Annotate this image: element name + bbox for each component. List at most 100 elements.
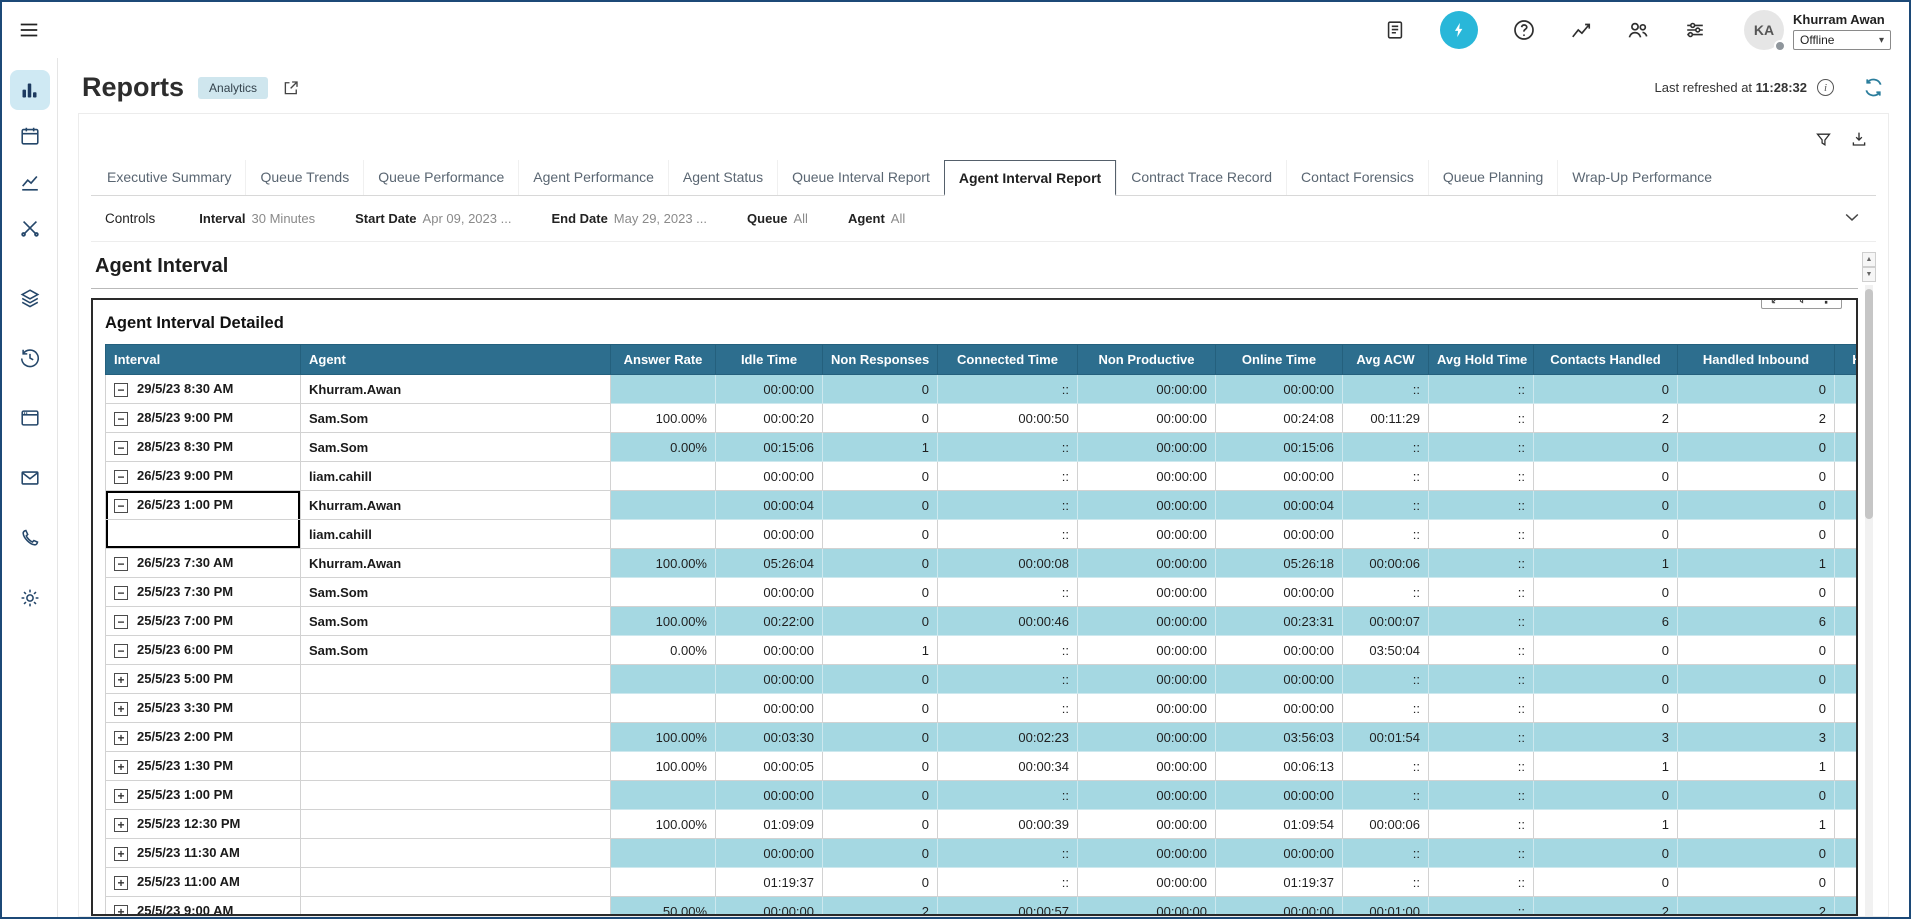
table-row[interactable]: −26/5/23 1:00 PMKhurram.Awan00:00:040::0…: [106, 491, 1857, 520]
tab-queue-planning[interactable]: Queue Planning: [1428, 160, 1557, 195]
sidebar-item-settings[interactable]: [10, 578, 50, 618]
tab-agent-status[interactable]: Agent Status: [668, 160, 777, 195]
scrollbar-thumb[interactable]: [1865, 289, 1873, 519]
column-header-avg-hold-time[interactable]: Avg Hold Time: [1429, 345, 1534, 375]
table-row[interactable]: liam.cahill00:00:000::00:00:0000:00:00::…: [106, 520, 1857, 549]
collapse-row-icon[interactable]: −: [114, 412, 128, 426]
table-row[interactable]: +25/5/23 3:30 PM00:00:000::00:00:0000:00…: [106, 694, 1857, 723]
metrics-icon[interactable]: [1570, 19, 1592, 41]
sidebar-item-phone[interactable]: [10, 518, 50, 558]
status-select[interactable]: Offline ▾: [1793, 30, 1891, 50]
sidebar-item-browser[interactable]: [10, 398, 50, 438]
column-header-non-productive[interactable]: Non Productive: [1078, 345, 1216, 375]
expand-row-icon[interactable]: +: [114, 760, 128, 774]
expand-row-icon[interactable]: +: [114, 847, 128, 861]
column-header-non-responses[interactable]: Non Responses: [823, 345, 938, 375]
controls-collapse-chevron[interactable]: [1842, 207, 1862, 230]
table-row[interactable]: −25/5/23 7:30 PMSam.Som00:00:000::00:00:…: [106, 578, 1857, 607]
avatar[interactable]: KA: [1744, 10, 1784, 50]
filter-icon[interactable]: [1815, 130, 1832, 148]
hamburger-menu-button[interactable]: [18, 19, 40, 41]
table-row[interactable]: +25/5/23 2:00 PM100.00%00:03:30000:02:23…: [106, 723, 1857, 752]
column-header-agent[interactable]: Agent: [301, 345, 611, 375]
collapse-row-icon[interactable]: −: [114, 470, 128, 484]
table-row[interactable]: +25/5/23 9:00 AM50.00%00:00:00200:00:570…: [106, 897, 1857, 917]
filter-interval[interactable]: Interval30 Minutes: [199, 211, 315, 226]
external-link-icon[interactable]: [282, 79, 300, 97]
table-row[interactable]: −26/5/23 9:00 PMliam.cahill00:00:000::00…: [106, 462, 1857, 491]
table-row[interactable]: +25/5/23 11:30 AM00:00:000::00:00:0000:0…: [106, 839, 1857, 868]
column-header-avg-acw[interactable]: Avg ACW: [1343, 345, 1429, 375]
table-row[interactable]: +25/5/23 12:30 PM100.00%01:09:09000:00:3…: [106, 810, 1857, 839]
tab-queue-performance[interactable]: Queue Performance: [363, 160, 518, 195]
tab-agent-interval-report[interactable]: Agent Interval Report: [944, 160, 1116, 196]
help-icon[interactable]: [1512, 18, 1536, 42]
table-row[interactable]: −28/5/23 9:00 PMSam.Som100.00%00:00:2000…: [106, 404, 1857, 433]
collapse-row-icon[interactable]: −: [114, 441, 128, 455]
filter-end-date[interactable]: End DateMay 29, 2023 ...: [551, 211, 707, 226]
sidebar-item-layers[interactable]: [10, 278, 50, 318]
tab-executive-summary[interactable]: Executive Summary: [93, 160, 245, 195]
expand-row-icon[interactable]: +: [114, 731, 128, 745]
table-row[interactable]: −25/5/23 6:00 PMSam.Som0.00%00:00:001::0…: [106, 636, 1857, 665]
filter-start-date[interactable]: Start DateApr 09, 2023 ...: [355, 211, 511, 226]
expand-row-icon[interactable]: +: [114, 702, 128, 716]
expand-row-icon[interactable]: +: [114, 905, 128, 916]
collapse-row-icon[interactable]: −: [114, 644, 128, 658]
collapse-row-icon[interactable]: −: [114, 499, 128, 513]
column-header-contacts-handled[interactable]: Contacts Handled: [1534, 345, 1678, 375]
table-row[interactable]: −29/5/23 8:30 AMKhurram.Awan00:00:000::0…: [106, 375, 1857, 404]
sidebar-item-mail[interactable]: [10, 458, 50, 498]
cell-contacts-handled: 6: [1534, 607, 1678, 636]
column-header-handled-inbound[interactable]: Handled Inbound: [1678, 345, 1835, 375]
collapse-row-icon[interactable]: −: [114, 586, 128, 600]
collapse-row-icon[interactable]: −: [114, 615, 128, 629]
table-row[interactable]: −28/5/23 8:30 PMSam.Som0.00%00:15:061::0…: [106, 433, 1857, 462]
table-row[interactable]: +25/5/23 1:30 PM100.00%00:00:05000:00:34…: [106, 752, 1857, 781]
collapse-row-icon[interactable]: −: [114, 557, 128, 571]
sidebar-item-metrics[interactable]: [10, 162, 50, 202]
expand-row-icon[interactable]: +: [114, 876, 128, 890]
contacts-icon[interactable]: [1626, 18, 1650, 42]
column-header-interval[interactable]: Interval: [106, 345, 301, 375]
tab-contract-trace-record[interactable]: Contract Trace Record: [1116, 160, 1286, 195]
table-row[interactable]: +25/5/23 1:00 PM00:00:000::00:00:0000:00…: [106, 781, 1857, 810]
filter-queue[interactable]: QueueAll: [747, 211, 808, 226]
expand-row-icon[interactable]: +: [114, 818, 128, 832]
scroll-up-icon[interactable]: ▲: [1862, 252, 1876, 267]
column-header-han[interactable]: Han: [1835, 345, 1857, 375]
scrollbar-track[interactable]: [1865, 285, 1873, 916]
vertical-scrollbar[interactable]: ▲ ▼: [1862, 252, 1876, 916]
table-row[interactable]: +25/5/23 11:00 AM01:19:370::00:00:0001:1…: [106, 868, 1857, 897]
expand-icon[interactable]: [1770, 298, 1784, 305]
table-row[interactable]: −25/5/23 7:00 PMSam.Som100.00%00:22:0000…: [106, 607, 1857, 636]
notes-icon[interactable]: [1384, 19, 1406, 41]
info-icon[interactable]: i: [1817, 79, 1834, 96]
refresh-icon[interactable]: [1862, 76, 1885, 99]
tab-queue-trends[interactable]: Queue Trends: [245, 160, 363, 195]
collapse-row-icon[interactable]: −: [114, 383, 128, 397]
column-header-connected-time[interactable]: Connected Time: [938, 345, 1078, 375]
expand-row-icon[interactable]: +: [114, 673, 128, 687]
filter-agent[interactable]: AgentAll: [848, 211, 905, 226]
tab-contact-forensics[interactable]: Contact Forensics: [1286, 160, 1428, 195]
sidebar-item-history[interactable]: [10, 338, 50, 378]
panel-filter-icon[interactable]: [1795, 298, 1808, 305]
tab-agent-performance[interactable]: Agent Performance: [518, 160, 668, 195]
column-header-online-time[interactable]: Online Time: [1216, 345, 1343, 375]
scroll-down-icon[interactable]: ▼: [1862, 267, 1876, 282]
column-header-answer-rate[interactable]: Answer Rate: [611, 345, 716, 375]
lightning-icon[interactable]: [1440, 11, 1478, 49]
download-icon[interactable]: [1850, 130, 1868, 148]
table-row[interactable]: +25/5/23 5:00 PM00:00:000::00:00:0000:00…: [106, 665, 1857, 694]
kebab-menu-icon[interactable]: ⋮: [1819, 298, 1833, 305]
settings-sliders-icon[interactable]: [1684, 19, 1706, 41]
sidebar-item-tools[interactable]: [10, 208, 50, 248]
sidebar-item-analytics[interactable]: [10, 70, 50, 110]
expand-row-icon[interactable]: +: [114, 789, 128, 803]
tab-wrap-up-performance[interactable]: Wrap-Up Performance: [1557, 160, 1726, 195]
table-row[interactable]: −26/5/23 7:30 AMKhurram.Awan100.00%05:26…: [106, 549, 1857, 578]
tab-queue-interval-report[interactable]: Queue Interval Report: [777, 160, 944, 195]
sidebar-item-schedule[interactable]: [10, 116, 50, 156]
column-header-idle-time[interactable]: Idle Time: [716, 345, 823, 375]
